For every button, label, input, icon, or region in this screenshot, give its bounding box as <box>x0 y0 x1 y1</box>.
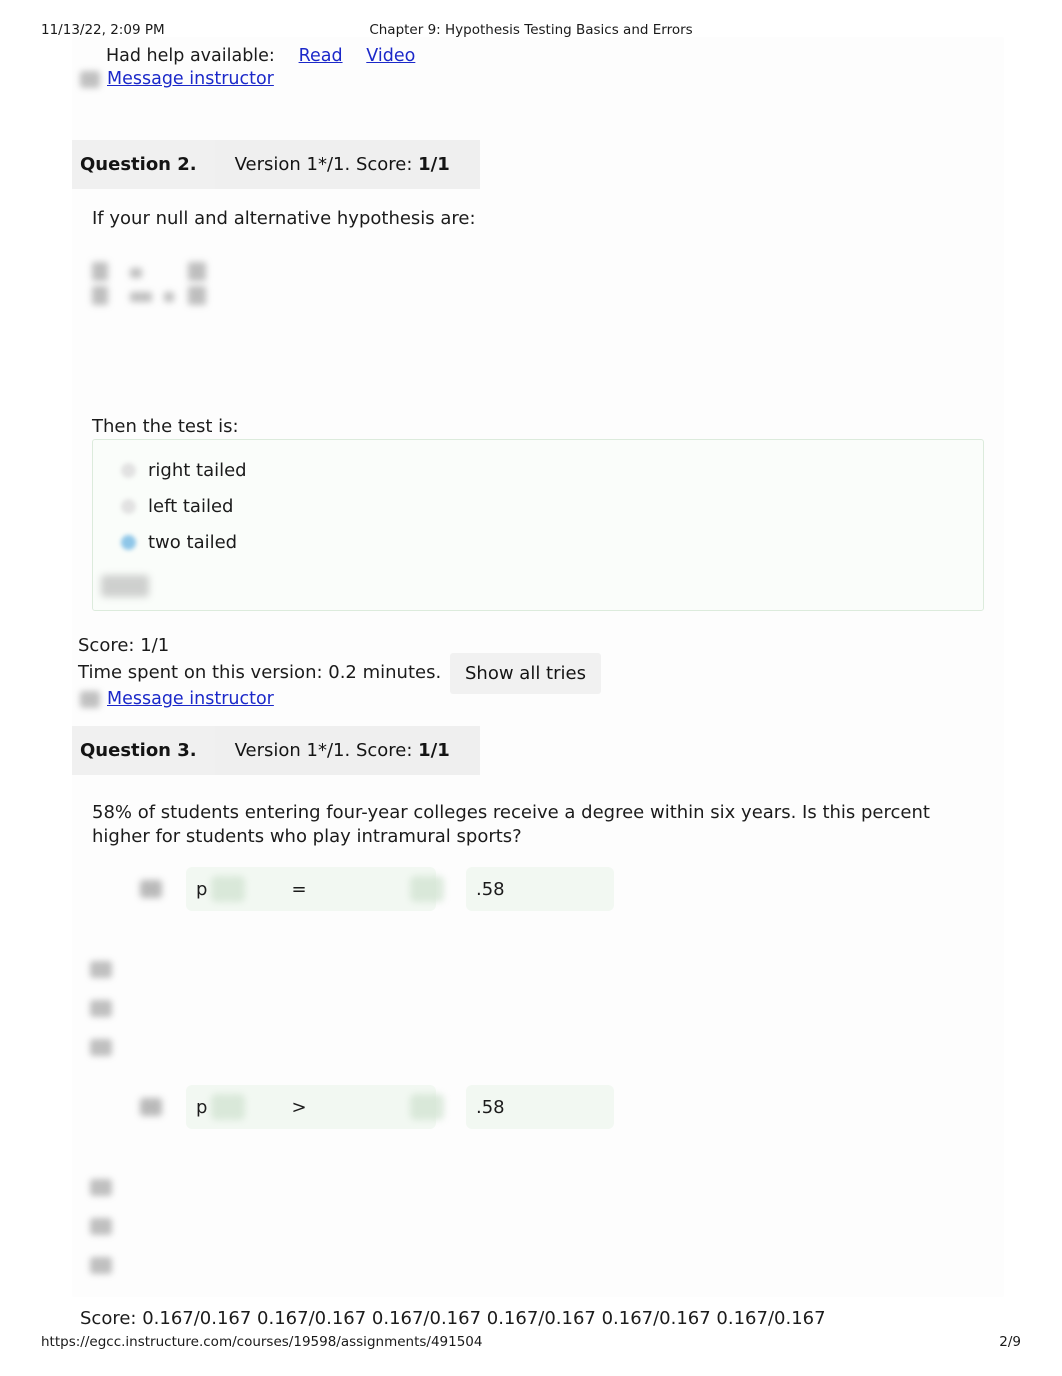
radio-icon-alternative-hypothesis[interactable] <box>140 1098 162 1116</box>
question-3-prompt: 58% of students entering four-year colle… <box>92 802 930 847</box>
video-link[interactable]: Video <box>366 46 415 66</box>
subscript-chip-blurred-2 <box>211 1094 246 1120</box>
question-3-number: Question 3. <box>72 725 215 775</box>
then-the-test-is-label: Then the test is: <box>92 416 239 437</box>
printed-quiz-page: 11/13/22, 2:09 PM Chapter 9: Hypothesis … <box>0 0 1062 1376</box>
alternative-hypothesis-expression-field[interactable]: p > <box>186 1085 444 1129</box>
question-3-header: Question 3. Version 1*/1. Score: 1/1 <box>72 723 480 777</box>
question-2-prompt: If your null and alternative hypothesis … <box>92 208 476 229</box>
submit-button-blurred[interactable] <box>101 575 149 597</box>
question-2-version: Version 1*/1. Score: 1/1 <box>214 139 480 189</box>
blurred-mark <box>90 1257 112 1274</box>
hypothesis-math-blurred <box>92 260 222 312</box>
null-hypothesis-value-field[interactable]: .58 <box>466 867 614 911</box>
hypothesis-row-alternative[interactable]: p > .58 <box>140 1082 614 1132</box>
alternative-hypothesis-value-field[interactable]: .58 <box>466 1085 614 1129</box>
help-available-row: Had help available: Read Video <box>106 45 415 68</box>
message-instructor-row-q1[interactable]: Message instructor <box>80 68 274 91</box>
question-2-version-score: 1/1 <box>418 153 450 175</box>
question-3-version-text: Version 1*/1. Score: <box>234 739 419 761</box>
blurred-marks-column-upper <box>90 961 112 1078</box>
question-2-time-spent: Time spent on this version: 0.2 minutes. <box>78 662 442 683</box>
print-title: Chapter 9: Hypothesis Testing Basics and… <box>369 22 693 38</box>
option-label-left-tailed: left tailed <box>148 496 234 517</box>
option-label-two-tailed: two tailed <box>148 532 238 553</box>
message-instructor-row-q2[interactable]: Message instructor <box>80 688 274 711</box>
help-available-label: Had help available: <box>106 46 275 66</box>
radio-icon-null-hypothesis[interactable] <box>140 880 162 898</box>
question-2-version-text: Version 1*/1. Score: <box>234 153 419 175</box>
question-3-version-score: 1/1 <box>418 739 450 761</box>
read-link[interactable]: Read <box>299 46 343 66</box>
alternative-hypothesis-operator: > <box>291 1096 307 1118</box>
blurred-mark <box>90 1039 112 1056</box>
question-3-version: Version 1*/1. Score: 1/1 <box>214 725 480 775</box>
question-2-answer-panel: right tailed left tailed two tailed <box>92 439 984 611</box>
question-3-score: Score: 0.167/0.167 0.167/0.167 0.167/0.1… <box>80 1308 826 1329</box>
question-2-score: Score: 1/1 <box>78 635 170 656</box>
quiz-content-card: Had help available: Read Video Message i… <box>72 37 1004 1297</box>
envelope-icon-q2 <box>80 690 100 708</box>
blurred-mark <box>90 1000 112 1017</box>
blurred-mark <box>90 1179 112 1196</box>
show-all-tries-button[interactable]: Show all tries <box>450 653 601 694</box>
subscript-chip-blurred <box>211 876 246 902</box>
option-two-tailed[interactable]: two tailed <box>121 532 237 553</box>
blurred-mark <box>90 961 112 978</box>
dropdown-chip-blurred[interactable] <box>410 876 444 902</box>
option-label-right-tailed: right tailed <box>148 460 247 481</box>
blurred-marks-column-lower <box>90 1179 112 1296</box>
dropdown-chip-blurred-2[interactable] <box>410 1094 444 1120</box>
option-left-tailed[interactable]: left tailed <box>121 496 233 517</box>
null-hypothesis-operator: = <box>291 878 307 900</box>
print-page-number: 2/9 <box>999 1334 1021 1350</box>
radio-icon-two-tailed[interactable] <box>121 535 136 550</box>
print-url: https://egcc.instructure.com/courses/195… <box>41 1334 483 1350</box>
null-hypothesis-parameter: p <box>196 878 208 900</box>
option-right-tailed[interactable]: right tailed <box>121 460 247 481</box>
alternative-hypothesis-parameter: p <box>196 1096 208 1118</box>
question-2-number: Question 2. <box>72 139 215 189</box>
radio-icon-left-tailed[interactable] <box>121 499 136 514</box>
radio-icon-right-tailed[interactable] <box>121 463 136 478</box>
envelope-icon <box>80 70 100 88</box>
message-instructor-link-q1[interactable]: Message instructor <box>107 69 274 89</box>
blurred-mark <box>90 1218 112 1235</box>
message-instructor-link-q2[interactable]: Message instructor <box>107 689 274 709</box>
print-footer: https://egcc.instructure.com/courses/195… <box>0 1334 1062 1354</box>
null-hypothesis-expression-field[interactable]: p = <box>186 867 444 911</box>
hypothesis-row-null[interactable]: p = .58 <box>140 864 614 914</box>
question-2-header: Question 2. Version 1*/1. Score: 1/1 <box>72 137 480 191</box>
